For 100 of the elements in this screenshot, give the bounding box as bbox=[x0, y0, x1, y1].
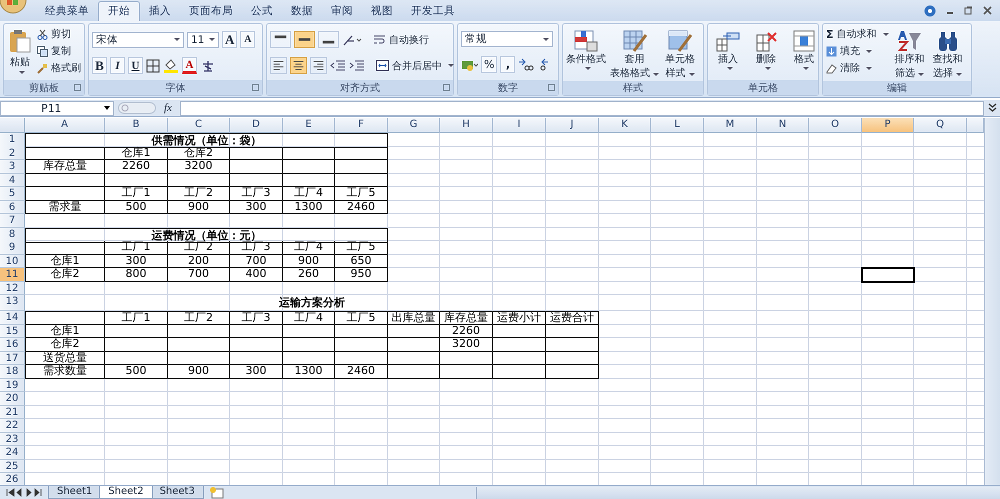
number-format-dropdown[interactable]: 常规 bbox=[461, 31, 553, 47]
horizontal-scrollbar[interactable] bbox=[476, 487, 1000, 499]
font-color-button[interactable]: A bbox=[182, 57, 197, 74]
row-header[interactable]: 22 bbox=[0, 419, 25, 432]
column-header[interactable]: E bbox=[283, 118, 335, 133]
borders-icon[interactable] bbox=[146, 58, 160, 72]
row-header[interactable]: 2 bbox=[0, 146, 25, 160]
row-header[interactable]: 9 bbox=[0, 241, 25, 254]
decrease-indent-icon[interactable] bbox=[330, 58, 346, 72]
name-box[interactable]: P11 bbox=[0, 100, 114, 116]
bold-button[interactable]: B bbox=[92, 57, 107, 74]
vertical-scrollbar[interactable] bbox=[984, 118, 1000, 485]
sheet-tab[interactable]: Sheet3 bbox=[150, 486, 204, 499]
column-header[interactable]: B bbox=[105, 118, 168, 133]
help-icon[interactable] bbox=[924, 4, 936, 16]
ribbon-tab[interactable]: 数据 bbox=[282, 2, 322, 21]
horizontal-align-icon[interactable] bbox=[310, 57, 327, 74]
sheet-tab[interactable]: Sheet1 bbox=[48, 486, 102, 499]
formula-input[interactable] bbox=[180, 100, 984, 116]
ribbon-tab[interactable]: 插入 bbox=[140, 2, 180, 21]
row-header[interactable]: 14 bbox=[0, 311, 25, 325]
vertical-align-icon[interactable] bbox=[318, 31, 339, 48]
row-header[interactable]: 17 bbox=[0, 352, 25, 365]
column-header[interactable]: L bbox=[651, 118, 704, 133]
column-header[interactable]: Q bbox=[914, 118, 967, 133]
dialog-launcher-icon[interactable] bbox=[443, 84, 450, 91]
ribbon-button[interactable]: 单元格 样式 bbox=[663, 27, 697, 81]
row-header[interactable]: 21 bbox=[0, 406, 25, 419]
comma-style-button[interactable]: , bbox=[500, 56, 516, 73]
new-sheet-icon[interactable] bbox=[208, 487, 226, 499]
row-header[interactable]: 1 bbox=[0, 133, 25, 148]
fill-button[interactable]: 填充 bbox=[826, 44, 889, 58]
row-header[interactable]: 19 bbox=[0, 378, 25, 392]
ribbon-tab[interactable]: 审阅 bbox=[322, 2, 362, 21]
column-header[interactable]: C bbox=[168, 118, 230, 133]
ribbon-tab[interactable]: 开始 bbox=[98, 1, 140, 21]
column-header[interactable]: F bbox=[335, 118, 388, 133]
row-header[interactable]: 11 bbox=[0, 268, 25, 282]
ribbon-button[interactable]: 插入 bbox=[711, 27, 745, 70]
dialog-launcher-icon[interactable] bbox=[252, 84, 259, 91]
row-header[interactable]: 23 bbox=[0, 432, 25, 446]
percent-button[interactable]: % bbox=[481, 56, 498, 73]
autosum-button[interactable]: Σ 自动求和 bbox=[826, 27, 889, 41]
horizontal-align-icon[interactable] bbox=[270, 57, 287, 74]
increase-decimal-icon[interactable] bbox=[518, 58, 534, 72]
paste-button[interactable]: 粘贴 bbox=[7, 27, 33, 74]
ribbon-tab[interactable]: 页面布局 bbox=[180, 2, 242, 21]
horizontal-align-icon[interactable] bbox=[290, 57, 307, 74]
row-header[interactable]: 15 bbox=[0, 324, 25, 338]
column-header[interactable]: G bbox=[388, 118, 440, 133]
increase-indent-icon[interactable] bbox=[349, 58, 365, 72]
ribbon-tab[interactable]: 视图 bbox=[362, 2, 402, 21]
ribbon-button[interactable]: 删除 bbox=[749, 27, 783, 70]
cut-button[interactable]: 剪切 bbox=[37, 27, 81, 41]
row-header[interactable]: 18 bbox=[0, 365, 25, 378]
restore-icon[interactable] bbox=[964, 6, 973, 15]
row-header[interactable]: 5 bbox=[0, 187, 25, 200]
expand-icon[interactable] bbox=[988, 103, 997, 113]
ribbon-button[interactable]: 条件格式 bbox=[566, 27, 606, 70]
row-header[interactable]: 4 bbox=[0, 174, 25, 187]
merge-center-button[interactable]: 合并后居中 bbox=[376, 58, 454, 72]
shrink-font-button[interactable]: A bbox=[240, 31, 256, 48]
vertical-align-icon[interactable] bbox=[270, 31, 291, 48]
ribbon-tab[interactable]: 经典菜单 bbox=[36, 2, 98, 21]
row-header[interactable]: 12 bbox=[0, 282, 25, 295]
italic-button[interactable]: I bbox=[110, 57, 125, 74]
selected-cell[interactable] bbox=[862, 268, 914, 282]
row-header[interactable]: 20 bbox=[0, 392, 25, 406]
row-header[interactable]: 13 bbox=[0, 295, 25, 311]
ribbon-button[interactable]: 查找和 选择 bbox=[930, 27, 965, 81]
dialog-launcher-icon[interactable] bbox=[74, 84, 81, 91]
column-header[interactable]: N bbox=[757, 118, 809, 133]
row-header[interactable]: 24 bbox=[0, 446, 25, 460]
grow-font-button[interactable]: A bbox=[222, 31, 238, 48]
column-header[interactable]: O bbox=[809, 118, 862, 133]
row-header[interactable]: 7 bbox=[0, 214, 25, 228]
column-header[interactable]: P bbox=[862, 118, 914, 133]
ribbon-button[interactable]: 套用 表格格式 bbox=[610, 27, 659, 81]
row-header[interactable]: 25 bbox=[0, 460, 25, 473]
font-size-dropdown[interactable]: 11 bbox=[187, 32, 219, 48]
format-painter-button[interactable]: 格式刷 bbox=[37, 61, 81, 75]
font-name-dropdown[interactable]: 宋体 bbox=[92, 32, 184, 48]
phonetic-icon[interactable] bbox=[200, 58, 216, 72]
row-header[interactable]: 6 bbox=[0, 200, 25, 214]
row-header[interactable]: 10 bbox=[0, 254, 25, 268]
column-header[interactable]: D bbox=[230, 118, 283, 133]
column-header[interactable]: I bbox=[493, 118, 546, 133]
wrap-text-button[interactable]: 自动换行 bbox=[373, 32, 429, 46]
column-header[interactable]: K bbox=[599, 118, 651, 133]
fill-bucket-icon[interactable] bbox=[163, 58, 179, 72]
column-header[interactable]: H bbox=[440, 118, 493, 133]
clear-button[interactable]: 清除 bbox=[826, 61, 889, 75]
sheet-navigation-icon[interactable] bbox=[6, 488, 42, 497]
vertical-align-icon[interactable] bbox=[294, 31, 315, 48]
column-header[interactable]: M bbox=[704, 118, 757, 133]
close-icon[interactable] bbox=[983, 6, 992, 15]
ribbon-button[interactable]: 格式 bbox=[787, 27, 821, 70]
ribbon-tab[interactable]: 公式 bbox=[242, 2, 282, 21]
ribbon-tab[interactable]: 开发工具 bbox=[402, 2, 464, 21]
dialog-launcher-icon[interactable] bbox=[548, 84, 555, 91]
